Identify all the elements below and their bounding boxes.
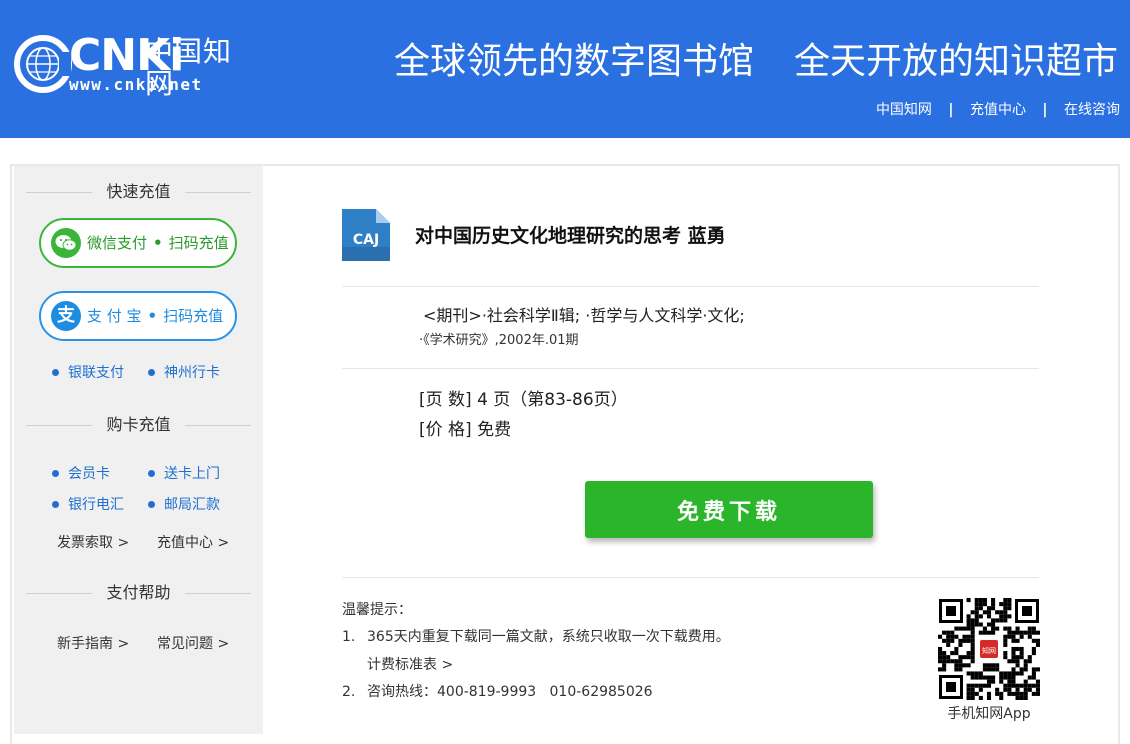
shenzhouxing-card-link[interactable]: 神州行卡 [148, 363, 220, 383]
logo-url: www.cnki.net [69, 75, 203, 94]
divider [342, 286, 1039, 287]
card-delivery-label: 送卡上门 [164, 466, 220, 482]
main-content: CAJ 对中国历史文化地理研究的思考 蓝勇 <期刊>·社会科学Ⅱ辑; ·哲学与人… [263, 166, 1118, 734]
slogan-part-2: 全天开放的知识超市 [793, 41, 1118, 82]
top-link-cnki[interactable]: 中国知网 [876, 102, 932, 118]
document-title: 对中国历史文化地理研究的思考 蓝勇 [415, 225, 726, 247]
price: [价 格] 免费 [419, 420, 512, 440]
alipay-action: 扫码充值 [163, 307, 224, 325]
wechat-pay-label: 微信支付 [87, 234, 148, 252]
quick-recharge-title: 快速充值 [26, 181, 251, 203]
bullet-icon [148, 500, 155, 508]
bullet-icon [52, 469, 59, 477]
caj-icon-label: CAJ [353, 232, 379, 248]
document-source: ·《学术研究》,2002年.01期 [419, 333, 579, 348]
divider [342, 577, 1039, 578]
account-links-row: 发票索取 > 充值中心 > [57, 533, 257, 553]
slogan: 全球领先的数字图书馆 全天开放的知识超市 [394, 38, 1118, 86]
tip-text: 咨询热线：400-819-9993 010-62985026 [367, 684, 653, 700]
app-qr-code[interactable]: 知网 [938, 598, 1040, 700]
bullet-icon [148, 368, 155, 376]
fee-schedule-link[interactable]: 计费标准表 > [367, 655, 453, 675]
bank-transfer-link[interactable]: 银行电汇 [52, 495, 124, 515]
member-card-link[interactable]: 会员卡 [52, 464, 110, 484]
mobile-app-label: 手机知网App [947, 706, 1031, 722]
postal-remittance-label: 邮局汇款 [164, 497, 220, 513]
tips-title: 温馨提示： [342, 602, 412, 618]
site-header: CNKi 中国知网 www.cnki.net 全球领先的数字图书馆 全天开放的知识… [0, 0, 1130, 138]
alipay-icon: 支 [51, 301, 81, 331]
payment-help-title: 支付帮助 [26, 582, 251, 604]
alipay-separator: • [147, 307, 158, 325]
top-nav-links: 中国知网 | 充值中心 | 在线咨询 [876, 100, 1120, 120]
wechat-pay-button[interactable]: 微信支付 • 扫码充值 [39, 218, 237, 268]
sidebar: 快速充值 微信支付 • 扫码充值 支 支 付 宝 • 扫码充值 银联支付 神州行… [14, 166, 263, 734]
wechat-icon [51, 228, 81, 258]
card-delivery-link[interactable]: 送卡上门 [148, 464, 220, 484]
card-links-row-1: 会员卡 送卡上门 [52, 464, 252, 484]
tip-text: 365天内重复下载同一篇文献，系统只收取一次下载费用。 [367, 629, 730, 645]
beginner-guide-link[interactable]: 新手指南 > [57, 634, 129, 654]
wechat-pay-separator: • [153, 234, 163, 252]
bullet-icon [52, 368, 59, 376]
member-card-label: 会员卡 [68, 466, 110, 482]
wechat-pay-action: 扫码充值 [168, 234, 229, 252]
alipay-button[interactable]: 支 支 付 宝 • 扫码充值 [39, 291, 237, 341]
unionpay-link[interactable]: 银联支付 [52, 363, 124, 383]
top-link-online-consult[interactable]: 在线咨询 [1064, 102, 1120, 118]
page-count: [页 数] 4 页（第83-86页） [419, 390, 628, 410]
free-download-button[interactable]: 免费下载 [585, 481, 873, 538]
quick-links-row: 银联支付 神州行卡 [52, 363, 252, 383]
qr-badge-label: 知网 [982, 646, 996, 655]
card-links-row-2: 银行电汇 邮局汇款 [52, 495, 252, 515]
alipay-label: 支 付 宝 [87, 307, 142, 325]
postal-remittance-link[interactable]: 邮局汇款 [148, 495, 220, 515]
caj-file-icon: CAJ [342, 209, 390, 261]
faq-link[interactable]: 常见问题 > [157, 634, 229, 654]
invoice-request-link[interactable]: 发票索取 > [57, 533, 129, 553]
globe-logo-icon [14, 35, 72, 93]
divider [342, 368, 1039, 369]
unionpay-label: 银联支付 [68, 365, 124, 381]
bullet-icon [148, 469, 155, 477]
bullet-icon [52, 500, 59, 508]
tip-number: 2. [342, 684, 356, 700]
bank-transfer-label: 银行电汇 [68, 497, 124, 513]
tip-item: 2. 咨询热线：400-819-9993 010-62985026 [342, 682, 653, 702]
tip-number: 1. [342, 629, 356, 645]
card-recharge-title: 购卡充值 [26, 414, 251, 436]
top-link-recharge-center[interactable]: 充值中心 [970, 102, 1026, 118]
shenzhouxing-card-label: 神州行卡 [164, 365, 220, 381]
top-link-separator: | [1042, 102, 1048, 118]
cnki-logo[interactable]: CNKi 中国知网 www.cnki.net [13, 32, 253, 100]
tip-item: 1. 365天内重复下载同一篇文献，系统只收取一次下载费用。 [342, 627, 730, 647]
top-link-separator: | [948, 102, 954, 118]
slogan-part-1: 全球领先的数字图书馆 [393, 41, 754, 82]
document-category: <期刊>·社会科学Ⅱ辑; ·哲学与人文科学·文化; [423, 306, 745, 325]
help-links-row: 新手指南 > 常见问题 > [57, 634, 257, 654]
recharge-center-link[interactable]: 充值中心 > [157, 533, 229, 553]
